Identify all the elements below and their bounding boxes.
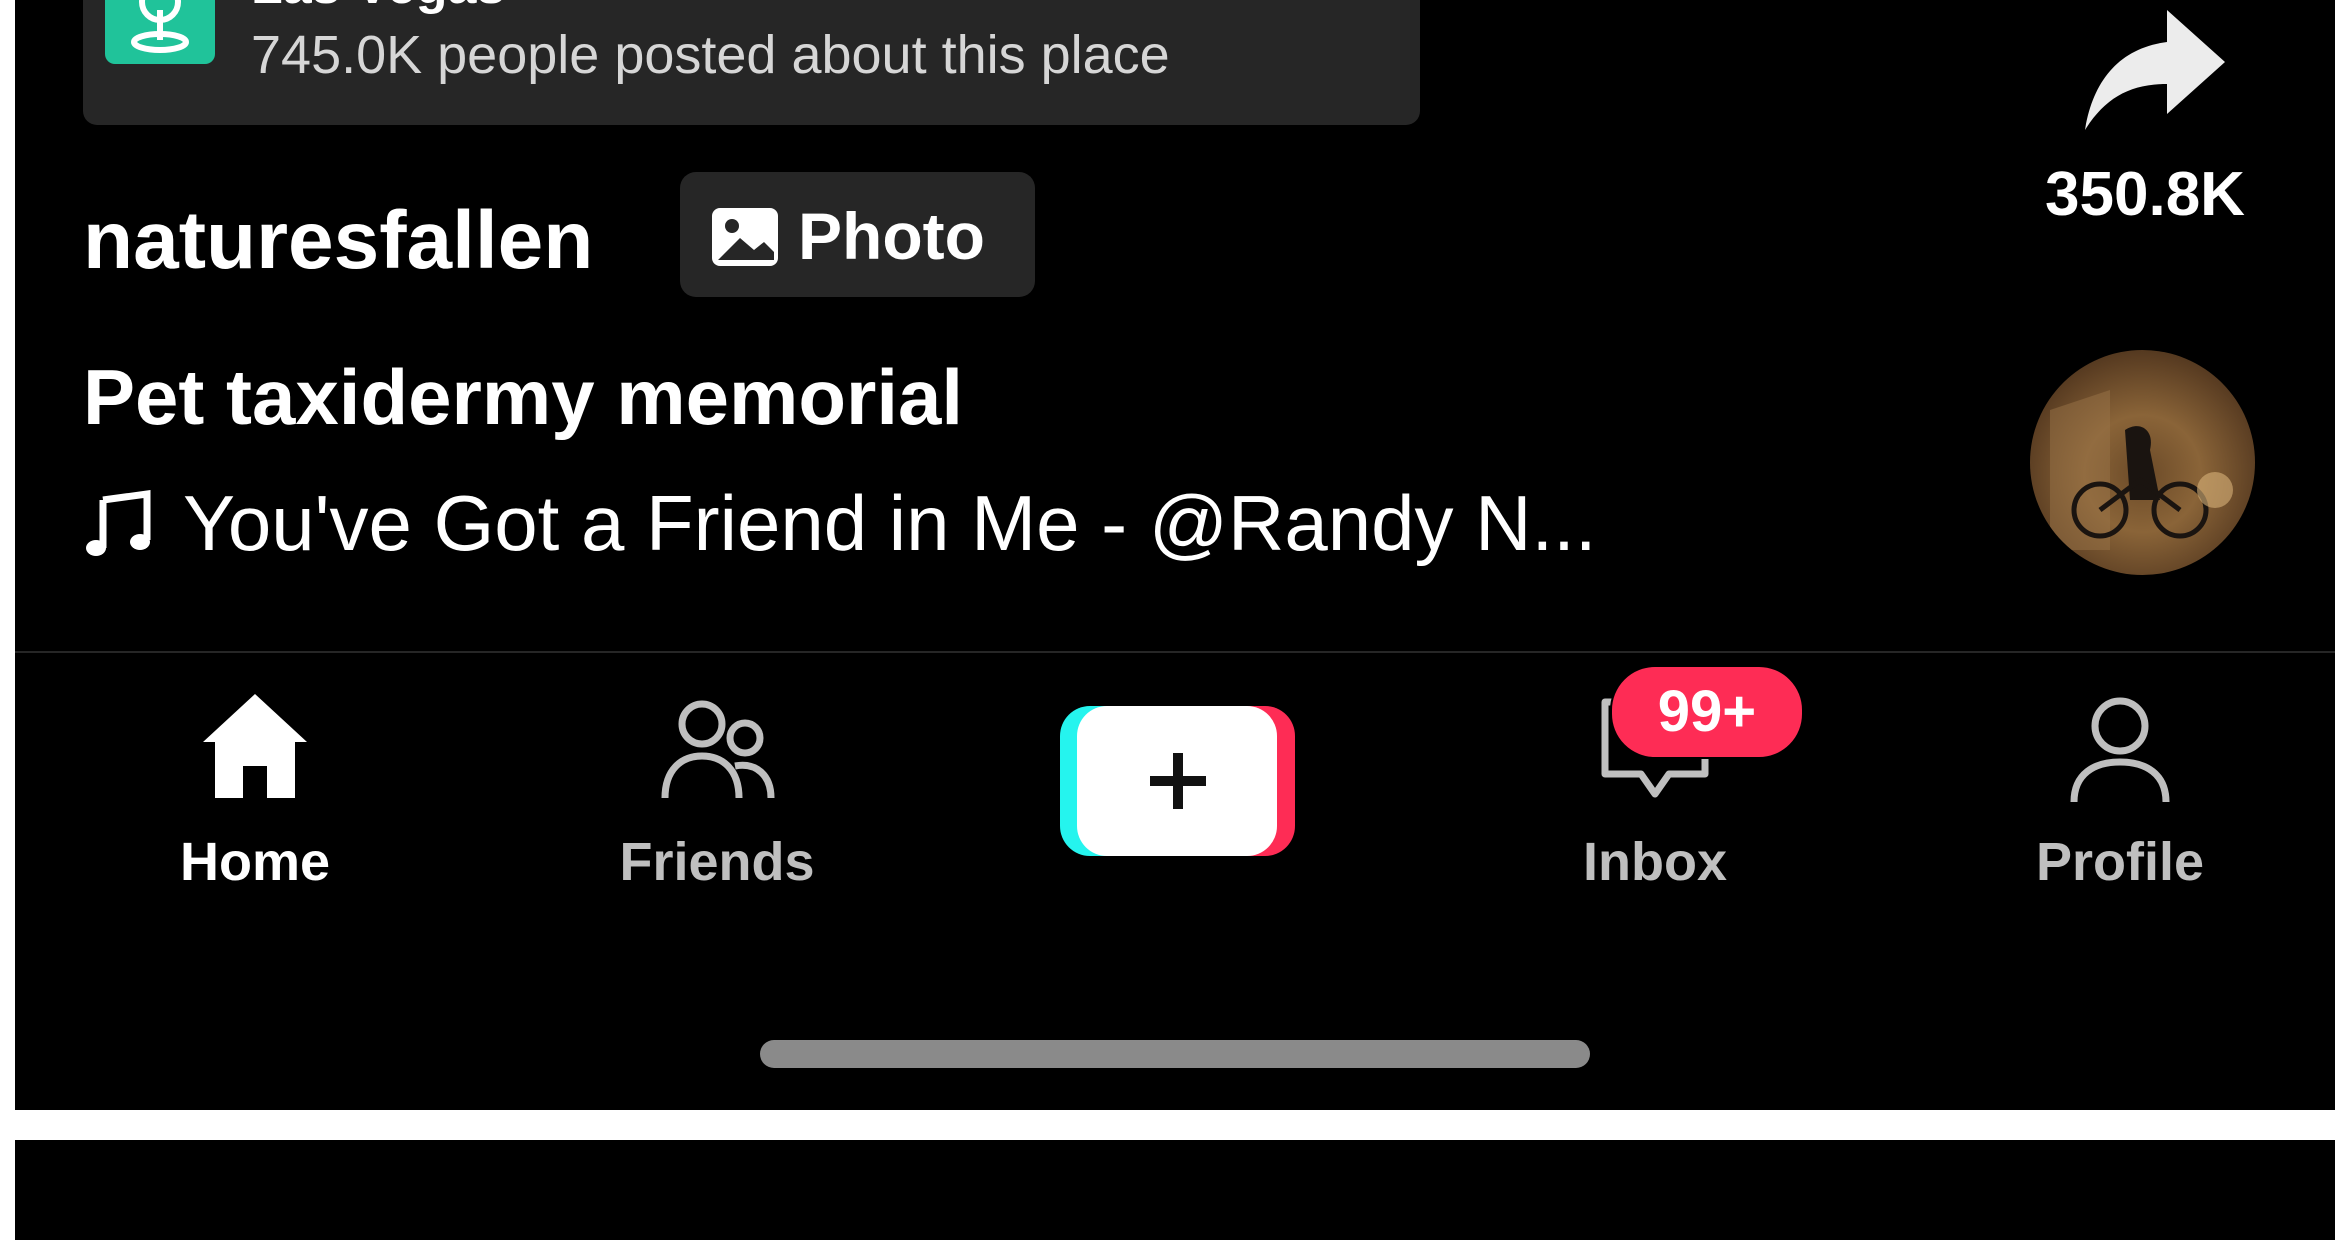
music-note-icon [86, 490, 151, 556]
friends-icon [661, 700, 775, 799]
inbox-notification-badge: 99+ [1610, 665, 1804, 759]
home-icon [203, 694, 307, 798]
photo-badge: Photo [680, 172, 1035, 297]
home-indicator[interactable] [760, 1040, 1590, 1068]
author-username[interactable]: naturesfallen [83, 195, 593, 287]
nav-profile[interactable]: Profile [1990, 690, 2250, 920]
location-banner[interactable]: Las Vegas 745.0K people posted about thi… [83, 0, 1420, 125]
post-caption[interactable]: Pet taxidermy memorial [83, 352, 963, 442]
nav-profile-label: Profile [2035, 832, 2205, 892]
next-screenshot-panel [15, 1140, 2335, 1240]
photo-badge-label: Photo [798, 199, 985, 273]
nav-friends-label: Friends [619, 832, 815, 892]
nav-divider [15, 651, 2335, 653]
photo-icon [712, 208, 778, 266]
nav-home-label: Home [179, 832, 331, 892]
nav-home[interactable]: Home [125, 690, 385, 920]
profile-icon [2070, 697, 2170, 803]
feed-panel: Las Vegas 745.0K people posted about thi… [15, 0, 2335, 1110]
nav-friends[interactable]: Friends [587, 690, 847, 920]
music-title[interactable]: You've Got a Friend in Me - @Randy N... [183, 478, 1596, 568]
share-count: 350.8K [2045, 160, 2245, 229]
music-disc-avatar[interactable] [2030, 350, 2255, 575]
location-pin-icon [105, 0, 215, 64]
create-button[interactable] [1060, 700, 1295, 860]
location-subtitle: 745.0K people posted about this place [251, 25, 1170, 85]
nav-inbox-label: Inbox [1583, 832, 1727, 892]
share-icon[interactable] [2075, 0, 2235, 145]
location-title: Las Vegas [251, 0, 505, 16]
